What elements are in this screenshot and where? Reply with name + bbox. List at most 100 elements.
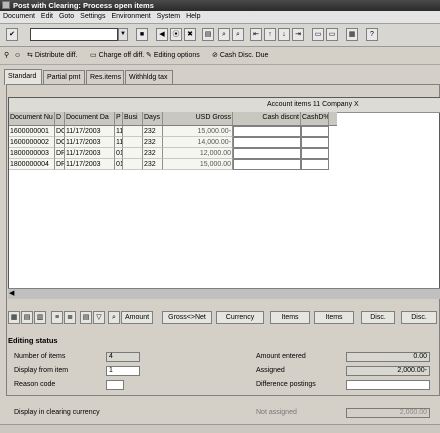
number-items-label: Number of items bbox=[14, 353, 66, 360]
deselect-icon[interactable]: ▤ bbox=[21, 311, 33, 324]
menu-help[interactable]: Help bbox=[183, 11, 203, 23]
filter-icon[interactable]: ▽ bbox=[93, 311, 105, 324]
col-business-area[interactable]: Busi bbox=[123, 112, 143, 125]
menu-edit[interactable]: Edit bbox=[38, 11, 56, 23]
tab-res-items[interactable]: Res.items bbox=[86, 70, 124, 84]
cash-disc-due-label: Cash Disc. Due bbox=[219, 52, 269, 59]
overview-icon[interactable]: ⚲ bbox=[4, 50, 9, 61]
charge-off-diff-button[interactable]: ▭ Charge off diff. bbox=[90, 50, 144, 61]
difference-postings-field[interactable] bbox=[346, 380, 430, 390]
layout-icon[interactable]: ▦ bbox=[346, 28, 358, 41]
reason-code-field[interactable] bbox=[106, 380, 124, 390]
command-dropdown-icon[interactable]: ▼ bbox=[118, 28, 128, 41]
next-page-icon[interactable]: ↓ bbox=[278, 28, 290, 41]
menu-document[interactable]: Document bbox=[0, 11, 38, 23]
print-list-icon[interactable]: ▤ bbox=[80, 311, 92, 324]
cell-doc-type: DR bbox=[55, 148, 65, 159]
table-horizontal-scrollbar[interactable]: ◀ bbox=[8, 288, 440, 299]
cell-days: 232 bbox=[143, 159, 163, 170]
deactivate-items-button[interactable]: Items bbox=[314, 311, 354, 324]
first-page-icon[interactable]: ⇤ bbox=[250, 28, 262, 41]
last-page-icon[interactable]: ⇥ bbox=[292, 28, 304, 41]
sort-desc-icon[interactable]: ≣ bbox=[64, 311, 76, 324]
table-row[interactable]: 1600000001 DG 11/17/2003 11 232 15,000.0… bbox=[9, 126, 329, 137]
items-label: Items bbox=[325, 314, 343, 321]
deactivate-disc-button[interactable]: Disc. bbox=[401, 311, 437, 324]
disc-label: Disc. bbox=[411, 314, 427, 321]
save-icon[interactable]: ■ bbox=[136, 28, 148, 41]
cell-business-area bbox=[123, 148, 143, 159]
number-items-field: 4 bbox=[106, 352, 140, 362]
cell-cash-discount-input[interactable] bbox=[233, 148, 301, 159]
tab-partial-pmt[interactable]: Partial pmt bbox=[43, 70, 85, 84]
col-posting-key[interactable]: P bbox=[115, 112, 123, 125]
scroll-left-icon[interactable]: ◀ bbox=[9, 289, 14, 298]
cell-doc-number: 1800000004 bbox=[9, 159, 55, 170]
cell-usd-gross: 15,000.00 bbox=[163, 159, 233, 170]
user-icon[interactable]: ☺ bbox=[14, 50, 21, 61]
command-field[interactable] bbox=[30, 28, 118, 41]
not-assigned-field: 2,000.00 bbox=[346, 408, 430, 418]
shortcut-icon[interactable]: ▭ bbox=[326, 28, 338, 41]
table-row[interactable]: 1800000004 DR 11/17/2003 01 232 15,000.0… bbox=[9, 159, 329, 170]
cell-posting-key: 01 bbox=[115, 148, 123, 159]
sort-icon[interactable]: ≡ bbox=[51, 311, 63, 324]
cell-usd-gross: 14,000.00- bbox=[163, 137, 233, 148]
editing-options-button[interactable]: ✎ Editing options bbox=[146, 50, 200, 61]
reason-code-label: Reason code bbox=[14, 381, 56, 388]
currency-button[interactable]: Currency bbox=[216, 311, 264, 324]
col-document-number[interactable]: Document Nu bbox=[9, 112, 55, 125]
details-icon[interactable]: ▥ bbox=[34, 311, 46, 324]
table-row[interactable]: 1600000002 DG 11/17/2003 11 232 14,000.0… bbox=[9, 137, 329, 148]
cell-cash-disc-pct-input[interactable] bbox=[301, 137, 329, 148]
table-toolbar: ▦ ▤ ▥ ≡ ≣ ▤ ▽ ⌕ Amount Gross<>Net Curren… bbox=[8, 311, 440, 325]
previous-page-icon[interactable]: ↑ bbox=[264, 28, 276, 41]
menu-system[interactable]: System bbox=[154, 11, 183, 23]
find-icon[interactable]: ⌕ bbox=[218, 28, 230, 41]
activate-items-button[interactable]: Items bbox=[270, 311, 310, 324]
col-cash-disc-pct[interactable]: CashD% bbox=[301, 112, 329, 125]
col-document-date[interactable]: Document Da bbox=[65, 112, 115, 125]
display-from-field[interactable]: 1 bbox=[106, 366, 140, 376]
cell-doc-number: 1600000002 bbox=[9, 137, 55, 148]
menu-settings[interactable]: Settings bbox=[77, 11, 108, 23]
col-cash-discount[interactable]: Cash discnt bbox=[233, 112, 301, 125]
gross-net-button[interactable]: Gross<>Net bbox=[162, 311, 212, 324]
find-next-icon[interactable]: ⌕ bbox=[232, 28, 244, 41]
cell-cash-disc-pct-input[interactable] bbox=[301, 126, 329, 137]
back-icon[interactable]: ◀ bbox=[156, 28, 168, 41]
cell-days: 232 bbox=[143, 137, 163, 148]
cell-cash-discount-input[interactable] bbox=[233, 159, 301, 170]
standard-toolbar: ✔ ▼ ■ ◀ ⦿ ✖ ▤ ⌕ ⌕ ⇤ ↑ ↓ ⇥ ▭ ▭ ▦ ? bbox=[0, 24, 440, 47]
cell-cash-disc-pct-input[interactable] bbox=[301, 159, 329, 170]
col-days[interactable]: Days bbox=[143, 112, 163, 125]
cancel-icon[interactable]: ✖ bbox=[184, 28, 196, 41]
enter-check-icon[interactable]: ✔ bbox=[6, 28, 18, 41]
col-doc-type[interactable]: D bbox=[55, 112, 65, 125]
tab-standard[interactable]: Standard bbox=[4, 69, 42, 85]
table-row[interactable]: 1800000003 DR 11/17/2003 01 232 12,000.0… bbox=[9, 148, 329, 159]
select-all-icon[interactable]: ▦ bbox=[8, 311, 20, 324]
tab-strip: Standard Partial pmt Res.items Withhldg … bbox=[0, 69, 440, 85]
help-icon[interactable]: ? bbox=[366, 28, 378, 41]
exit-icon[interactable]: ⦿ bbox=[170, 28, 182, 41]
new-session-icon[interactable]: ▭ bbox=[312, 28, 324, 41]
cell-posting-key: 11 bbox=[115, 126, 123, 137]
tab-withhldg-tax[interactable]: Withhldg tax bbox=[125, 70, 173, 84]
print-icon[interactable]: ▤ bbox=[202, 28, 214, 41]
activate-disc-button[interactable]: Disc. bbox=[361, 311, 395, 324]
window-title: Post with Clearing: Process open items bbox=[13, 1, 154, 10]
menu-environment[interactable]: Environment bbox=[108, 11, 153, 23]
menu-goto[interactable]: Goto bbox=[56, 11, 77, 23]
cell-doc-number: 1800000003 bbox=[9, 148, 55, 159]
amount-button[interactable]: Amount bbox=[121, 311, 153, 324]
cell-cash-disc-pct-input[interactable] bbox=[301, 148, 329, 159]
cell-cash-discount-input[interactable] bbox=[233, 137, 301, 148]
cash-disc-due-button[interactable]: ⊘ Cash Disc. Due bbox=[212, 50, 268, 61]
binoculars-icon[interactable]: ⌕ bbox=[108, 311, 120, 324]
cell-cash-discount-input[interactable] bbox=[233, 126, 301, 137]
col-usd-gross[interactable]: USD Gross bbox=[163, 112, 233, 125]
distribute-diff-button[interactable]: ⇆ Distribute diff. bbox=[27, 50, 77, 61]
charge-off-diff-label: Charge off diff. bbox=[98, 52, 145, 59]
distribute-diff-label: Distribute diff. bbox=[34, 52, 78, 59]
